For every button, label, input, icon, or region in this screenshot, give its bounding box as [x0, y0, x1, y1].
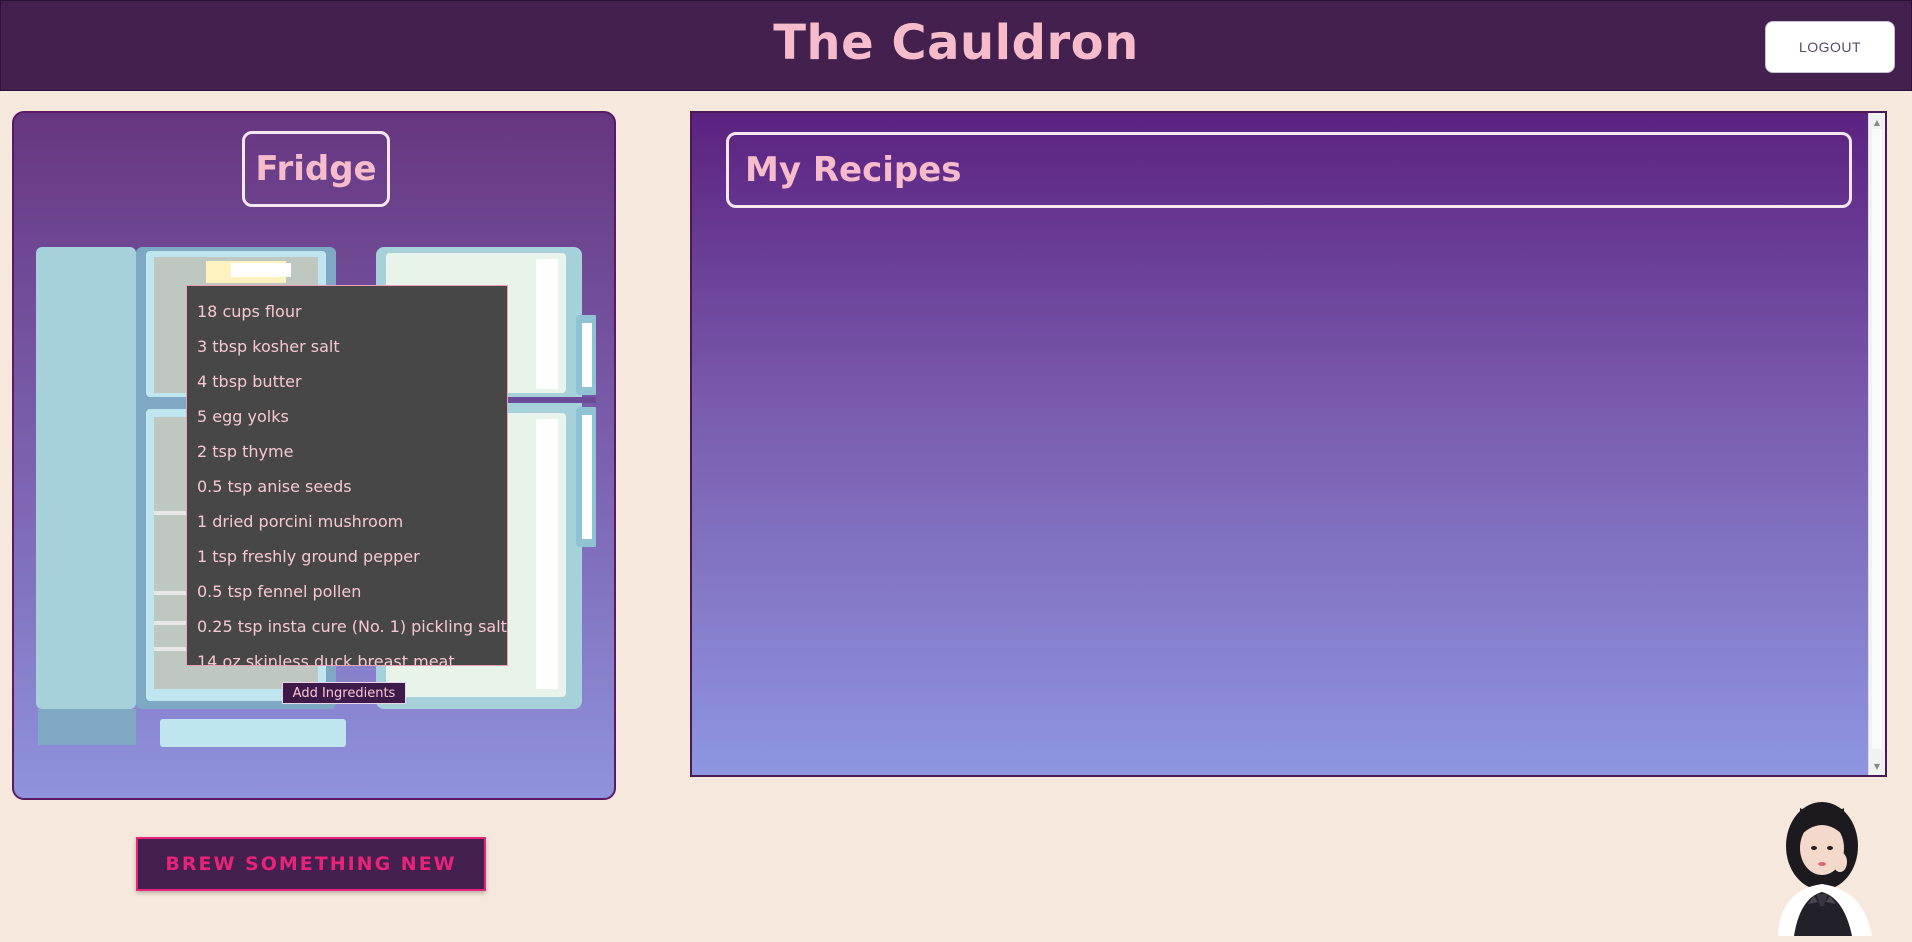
ingredient-item: 0.5 tsp anise seeds: [197, 477, 352, 496]
ingredients-list: 18 cups flour 3 tbsp kosher salt 4 tbsp …: [187, 286, 507, 666]
brew-something-new-button[interactable]: BREW SOMETHING NEW: [136, 837, 486, 891]
add-ingredients-button[interactable]: Add Ingredients: [282, 682, 406, 704]
top-header: The Cauldron LOGOUT: [0, 0, 1912, 91]
ingredient-item: 1 tsp freshly ground pepper: [197, 547, 420, 566]
scroll-up-icon[interactable]: ▲: [1869, 115, 1885, 129]
recipes-scrollbar[interactable]: ▲ ▼: [1868, 113, 1885, 775]
ingredient-item: 1 dried porcini mushroom: [197, 512, 404, 531]
ingredient-item: 3 tbsp kosher salt: [197, 337, 340, 356]
ingredient-item: 0.5 tsp fennel pollen: [197, 582, 362, 601]
scroll-thumb[interactable]: [1872, 129, 1882, 749]
recipes-title: My Recipes: [726, 132, 1852, 208]
ingredient-item: 5 egg yolks: [197, 407, 289, 426]
scroll-down-icon[interactable]: ▼: [1869, 759, 1885, 773]
app-title: The Cauldron: [773, 15, 1139, 71]
ingredient-item: 14 oz skinless duck breast meat: [197, 652, 455, 666]
ingredient-item: 18 cups flour: [197, 302, 302, 321]
avatar: [1778, 802, 1872, 936]
fridge-panel: Fridge 18 cups flour 3 tbsp kosher salt …: [12, 111, 616, 800]
ingredient-item: 2 tsp thyme: [197, 442, 294, 461]
ingredient-item: 4 tbsp butter: [197, 372, 302, 391]
recipes-panel: My Recipes ▲ ▼: [690, 111, 1887, 777]
logout-button[interactable]: LOGOUT: [1765, 21, 1895, 73]
fridge-title: Fridge: [242, 131, 390, 207]
ingredients-list-box[interactable]: 18 cups flour 3 tbsp kosher salt 4 tbsp …: [186, 285, 508, 666]
ingredient-item: 0.25 tsp insta cure (No. 1) pickling sal…: [197, 617, 507, 636]
